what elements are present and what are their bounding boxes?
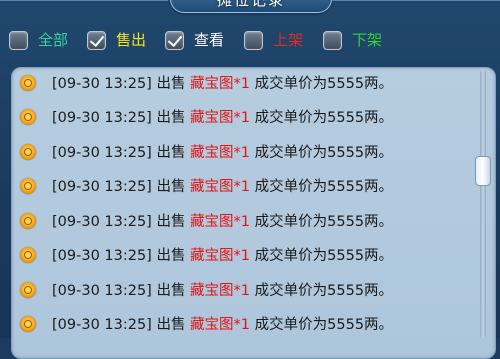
record-row[interactable]: [09-30 13:25] 出售 藏宝图*1 成交单价为5555两。: [12, 101, 477, 135]
record-item[interactable]: 藏宝图*1: [190, 110, 250, 126]
record-action: 出售: [156, 214, 186, 230]
record-list[interactable]: [09-30 13:25] 出售 藏宝图*1 成交单价为5555两。 [09-3…: [11, 67, 496, 359]
record-action: 出售: [156, 76, 186, 92]
filter-all-label[interactable]: 全部: [38, 30, 68, 50]
record-row[interactable]: [09-30 13:25] 出售 藏宝图*1 成交单价为5555两。: [12, 170, 477, 204]
record-list-scrollbar[interactable]: [474, 70, 492, 338]
record-item[interactable]: 藏宝图*1: [190, 248, 250, 264]
record-row[interactable]: [09-30 13:25] 出售 藏宝图*1 成交单价为5555两。: [12, 239, 477, 273]
record-text: [09-30 13:25] 出售 藏宝图*1 成交单价为5555两。: [52, 274, 393, 308]
record-time: [09-30 13:25]: [52, 248, 152, 264]
title-ornament-left: [0, 0, 168, 9]
filter-sold-checkbox[interactable]: [87, 30, 106, 50]
coin-icon: [20, 144, 36, 160]
record-row[interactable]: [09-30 13:25] 出售 藏宝图*1 成交单价为5555两。: [12, 68, 477, 101]
record-action: 出售: [156, 248, 186, 264]
record-time: [09-30 13:25]: [52, 145, 152, 161]
record-text: [09-30 13:25] 出售 藏宝图*1 成交单价为5555两。: [52, 101, 393, 135]
record-item[interactable]: 藏宝图*1: [190, 214, 250, 230]
filter-sold-label[interactable]: 售出: [116, 30, 146, 50]
coin-icon: [20, 109, 36, 125]
record-result: 成交单价为5555两。: [254, 110, 394, 126]
record-action: 出售: [156, 317, 186, 333]
window-title: 摊位记录: [216, 0, 285, 9]
record-row[interactable]: [09-30 13:25] 出售 藏宝图*1 成交单价为5555两。: [12, 136, 477, 170]
record-text: [09-30 13:25] 出售 藏宝图*1 成交单价为5555两。: [52, 205, 393, 239]
record-text: [09-30 13:25] 出售 藏宝图*1 成交单价为5555两。: [52, 308, 393, 342]
record-item[interactable]: 藏宝图*1: [190, 317, 250, 333]
record-text: [09-30 13:25] 出售 藏宝图*1 成交单价为5555两。: [52, 68, 394, 101]
title-ornament-right: [332, 0, 500, 9]
record-time: [09-30 13:25]: [52, 317, 152, 333]
record-action: 出售: [156, 179, 186, 195]
scrollbar-track[interactable]: [480, 70, 486, 338]
stall-record-window: 摊位记录 全部 售出 查看 上架 下架 [09-30 13:25] 出售 藏宝图…: [0, 0, 500, 359]
record-result: 成交单价为5555两。: [254, 214, 394, 230]
coin-icon: [20, 316, 36, 332]
window-title-tab: 摊位记录: [170, 0, 332, 13]
record-time: [09-30 13:25]: [52, 179, 152, 195]
record-action: 出售: [156, 110, 186, 126]
record-result: 成交单价为5555两。: [254, 76, 394, 92]
record-row[interactable]: [09-30 13:25] 出售 藏宝图*1 成交单价为5555两。: [12, 274, 477, 308]
record-text: [09-30 13:25] 出售 藏宝图*1 成交单价为5555两。: [52, 136, 393, 170]
coin-icon: [20, 247, 36, 263]
record-result: 成交单价为5555两。: [254, 248, 394, 264]
record-time: [09-30 13:25]: [52, 110, 152, 126]
scrollbar-thumb[interactable]: [475, 156, 491, 186]
record-result: 成交单价为5555两。: [254, 145, 394, 161]
filter-listed-label[interactable]: 上架: [273, 30, 303, 50]
filter-listed-checkbox[interactable]: [244, 30, 263, 50]
record-action: 出售: [156, 283, 186, 299]
filter-viewed-label[interactable]: 查看: [194, 30, 224, 50]
filter-delisted[interactable]: 下架: [323, 27, 382, 53]
filter-all-checkbox[interactable]: [9, 30, 28, 50]
coin-icon: [20, 213, 36, 229]
record-row[interactable]: [09-30 13:25] 出售 藏宝图*1 成交单价为5555两。: [12, 308, 477, 342]
record-action: 出售: [156, 145, 186, 161]
record-row[interactable]: [09-30 13:25] 出售 藏宝图*1 成交单价为5555两。: [12, 205, 477, 239]
filter-bar: 全部 售出 查看 上架 下架: [0, 27, 500, 55]
record-time: [09-30 13:25]: [52, 76, 152, 92]
record-item[interactable]: 藏宝图*1: [190, 145, 250, 161]
record-item[interactable]: 藏宝图*1: [190, 283, 250, 299]
record-text: [09-30 13:25] 出售 藏宝图*1 成交单价为5555两。: [52, 170, 393, 204]
record-text: [09-30 13:25] 出售 藏宝图*1 成交单价为5555两。: [52, 239, 393, 273]
filter-listed[interactable]: 上架: [244, 27, 303, 53]
record-time: [09-30 13:25]: [52, 214, 152, 230]
record-result: 成交单价为5555两。: [254, 179, 394, 195]
record-item[interactable]: 藏宝图*1: [190, 179, 250, 195]
record-result: 成交单价为5555两。: [254, 317, 394, 333]
record-time: [09-30 13:25]: [52, 283, 152, 299]
record-item[interactable]: 藏宝图*1: [190, 76, 250, 92]
filter-all[interactable]: 全部: [9, 27, 68, 53]
record-result: 成交单价为5555两。: [254, 283, 394, 299]
filter-delisted-label[interactable]: 下架: [352, 30, 382, 50]
filter-viewed-checkbox[interactable]: [165, 30, 184, 50]
coin-icon: [20, 178, 36, 194]
filter-viewed[interactable]: 查看: [165, 27, 224, 53]
coin-icon: [20, 282, 36, 298]
filter-delisted-checkbox[interactable]: [323, 30, 342, 50]
coin-icon: [20, 75, 36, 91]
filter-sold[interactable]: 售出: [87, 27, 146, 53]
